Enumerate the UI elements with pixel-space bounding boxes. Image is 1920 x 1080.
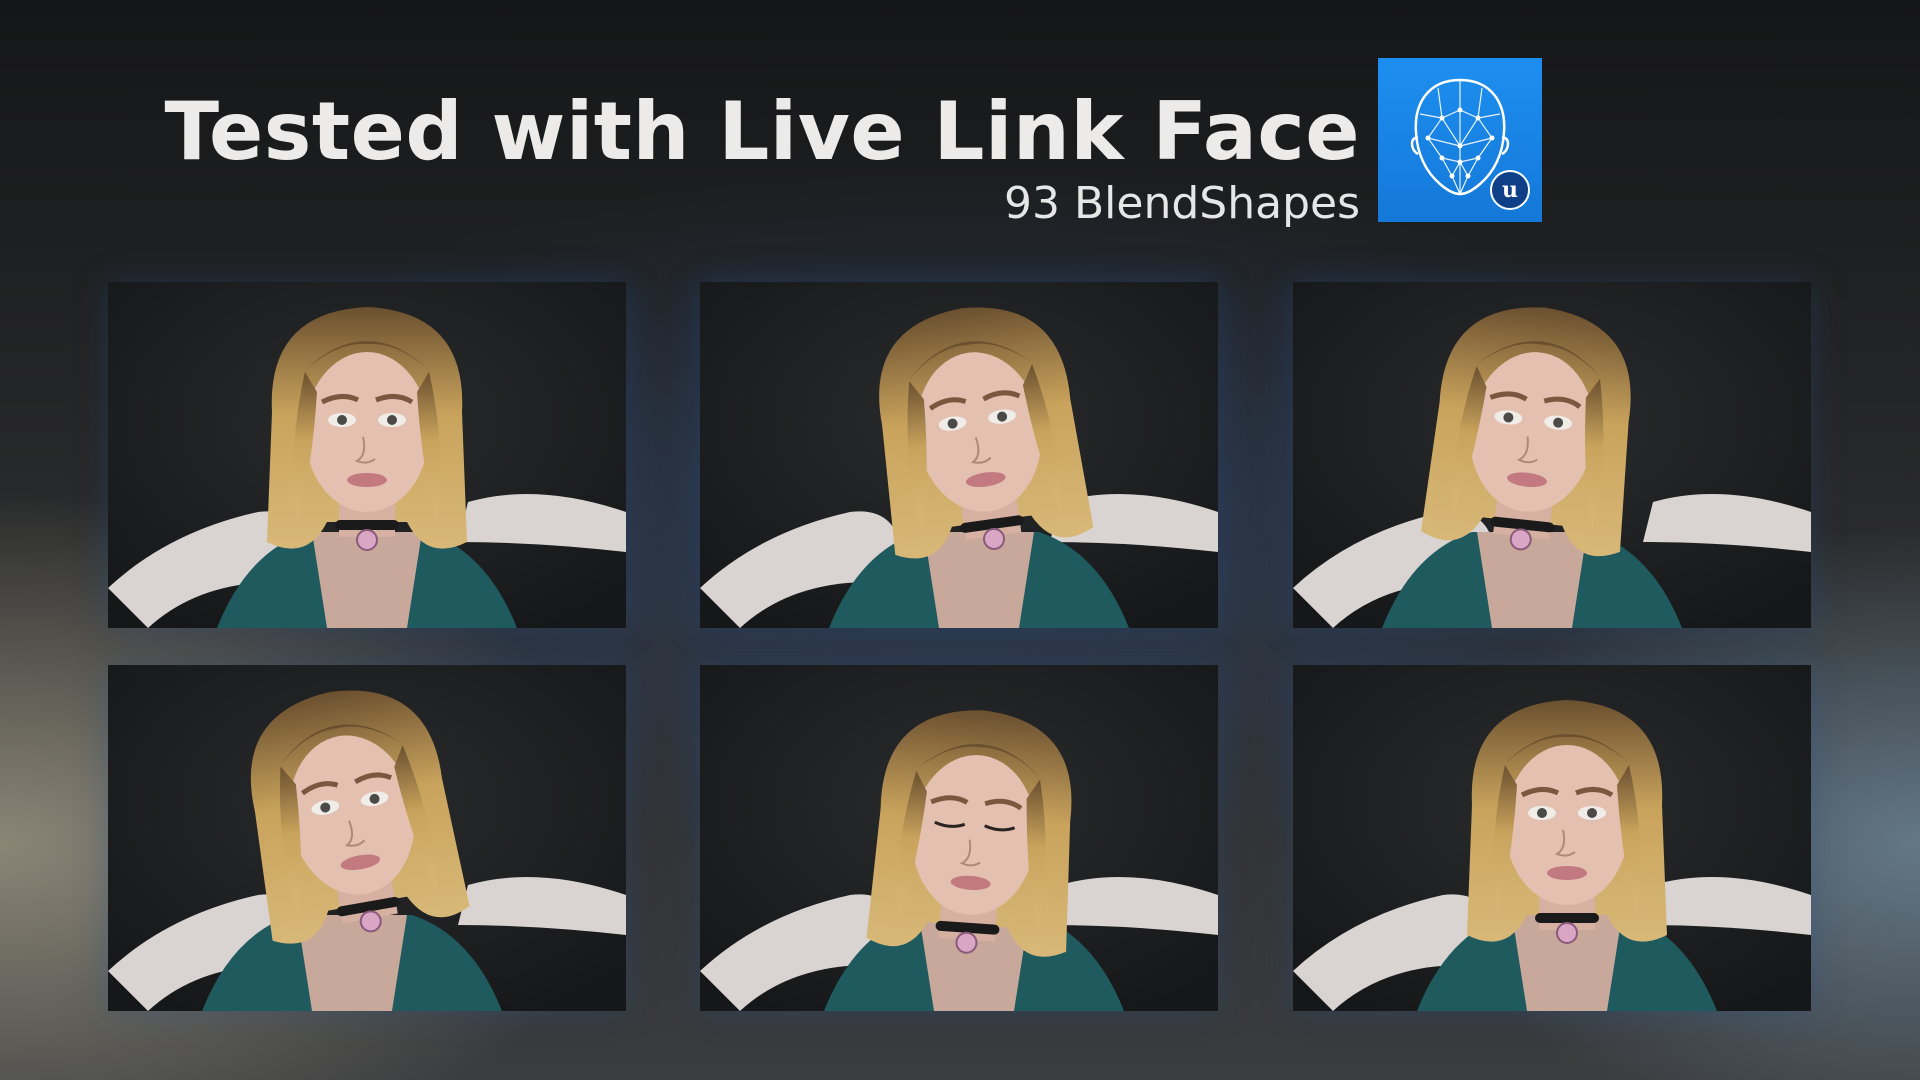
character-render — [700, 665, 1218, 1011]
character-render — [108, 665, 626, 1011]
character-render — [108, 282, 626, 628]
live-link-face-app-icon: u — [1378, 58, 1542, 222]
page-title: Tested with Live Link Face — [164, 85, 1360, 178]
unreal-engine-logo-icon: u — [1490, 170, 1530, 210]
character-render — [1293, 282, 1811, 628]
character-render — [700, 282, 1218, 628]
render-screenshot-6 — [1293, 665, 1811, 1011]
header: Tested with Live Link Face 93 BlendShape… — [165, 92, 1361, 226]
render-screenshot-3 — [1293, 282, 1811, 628]
render-screenshot-1 — [108, 282, 626, 628]
character-render — [1293, 665, 1811, 1011]
render-screenshot-2 — [700, 282, 1218, 628]
page-subtitle: 93 BlendShapes — [1004, 178, 1360, 229]
render-screenshot-4 — [108, 665, 626, 1011]
render-screenshot-5 — [700, 665, 1218, 1011]
